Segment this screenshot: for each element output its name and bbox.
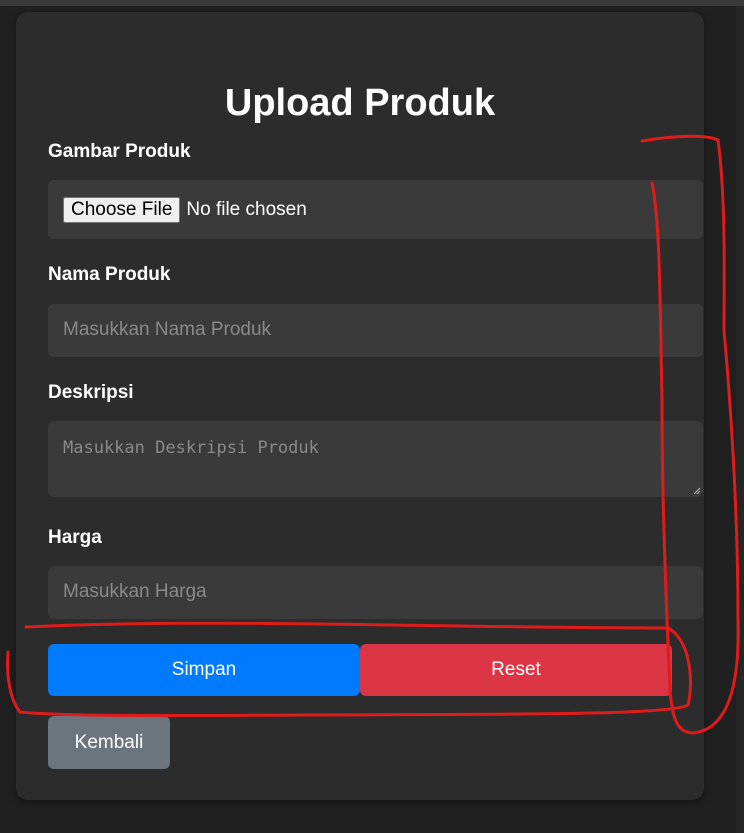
save-button[interactable]: Simpan: [48, 644, 360, 696]
browser-top-edge: [0, 0, 744, 6]
description-textarea[interactable]: Masukkan Deskripsi Produk: [48, 421, 703, 497]
description-placeholder: Masukkan Deskripsi Produk: [63, 438, 319, 458]
price-label: Harga: [48, 527, 102, 548]
name-label: Nama Produk: [48, 264, 171, 285]
back-button[interactable]: Kembali: [48, 716, 170, 769]
price-input[interactable]: Masukkan Harga: [48, 566, 703, 619]
product-name-placeholder: Masukkan Nama Produk: [63, 319, 272, 340]
price-placeholder: Masukkan Harga: [63, 581, 207, 602]
file-status-text: No file chosen: [186, 198, 307, 220]
reset-button[interactable]: Reset: [360, 644, 672, 696]
image-label: Gambar Produk: [48, 141, 191, 162]
upload-form-card: Upload Produk Gambar Produk Choose File …: [16, 12, 704, 800]
page-title: Upload Produk: [224, 82, 496, 124]
product-name-input[interactable]: Masukkan Nama Produk: [48, 304, 703, 357]
description-label: Deskripsi: [48, 382, 134, 403]
page-scrollbar[interactable]: [736, 6, 744, 833]
resize-handle-icon[interactable]: [693, 487, 701, 495]
choose-file-button[interactable]: Choose File: [63, 196, 181, 223]
image-file-field[interactable]: Choose File No file chosen: [48, 180, 703, 239]
